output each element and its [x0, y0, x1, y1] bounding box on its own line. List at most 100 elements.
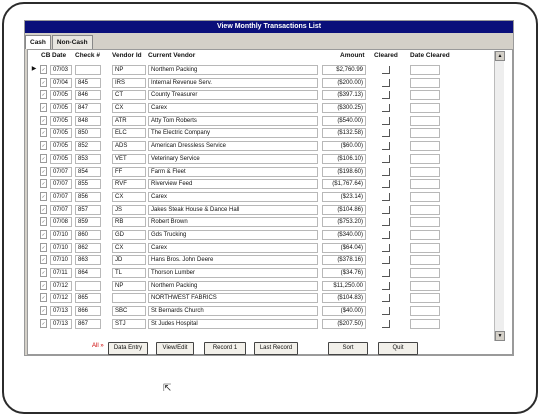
date-field[interactable]: 07/13 — [50, 318, 72, 329]
date-field[interactable]: 07/07 — [50, 166, 72, 177]
date-cleared-field[interactable] — [410, 166, 440, 177]
record-selector-icon[interactable] — [30, 217, 38, 227]
date-field[interactable]: 07/08 — [50, 217, 72, 228]
table-row[interactable]: ✓ 07/08 859 RB Robert Brown ($753.20) — [30, 216, 478, 229]
cleared-checkbox[interactable] — [382, 129, 390, 138]
date-field[interactable]: 07/05 — [50, 103, 72, 114]
cleared-checkbox[interactable] — [382, 104, 390, 113]
cleared-checkbox[interactable] — [382, 142, 390, 151]
record-selector-icon[interactable] — [30, 205, 38, 215]
table-row[interactable]: ✓ 07/05 848 ATR Atty Tom Roberts ($540.00) — [30, 115, 478, 128]
check-number-field[interactable]: 845 — [75, 77, 101, 88]
cleared-checkbox[interactable] — [382, 66, 390, 74]
amount-field[interactable]: ($64.04) — [322, 242, 366, 253]
date-cleared-field[interactable] — [410, 77, 440, 88]
vendor-field[interactable]: Jakes Steak House & Dance Hall — [148, 204, 318, 215]
cb-checkbox[interactable]: ✓ — [40, 318, 47, 328]
cb-checkbox[interactable]: ✓ — [40, 90, 47, 100]
record-selector-icon[interactable] — [30, 103, 38, 113]
record-selector-icon[interactable] — [30, 78, 38, 88]
check-number-field[interactable]: 860 — [75, 229, 101, 240]
date-cleared-field[interactable] — [410, 229, 440, 240]
table-row[interactable]: ✓ 07/04 845 IRS Internal Revenue Serv. ($200.… — [30, 77, 478, 90]
record-selector-icon[interactable] — [30, 154, 38, 164]
cleared-checkbox[interactable] — [382, 91, 390, 100]
view-edit-button[interactable]: View/Edit — [156, 342, 194, 355]
cleared-checkbox[interactable] — [382, 243, 390, 252]
table-row[interactable]: ✓ 07/10 863 JD Hans Bros. John Deere ($378.16… — [30, 254, 478, 267]
amount-field[interactable]: ($106.10) — [322, 153, 366, 164]
check-number-field[interactable]: 854 — [75, 166, 101, 177]
check-number-field[interactable]: 863 — [75, 255, 101, 266]
amount-field[interactable]: ($104.83) — [322, 293, 366, 304]
record-selector-icon[interactable] — [30, 90, 38, 100]
amount-field[interactable]: ($40.00) — [322, 306, 366, 317]
record-selector-icon[interactable] — [30, 128, 38, 138]
vendor-id-field[interactable]: JS — [112, 204, 146, 215]
check-number-field[interactable]: 857 — [75, 204, 101, 215]
cb-checkbox[interactable]: ✓ — [40, 306, 47, 316]
cleared-checkbox[interactable] — [382, 167, 390, 176]
date-field[interactable]: 07/12 — [50, 293, 72, 304]
date-field[interactable]: 07/03 — [50, 65, 72, 75]
cb-checkbox[interactable]: ✓ — [40, 103, 47, 113]
date-field[interactable]: 07/13 — [50, 306, 72, 317]
vendor-field[interactable]: County Treasurer — [148, 90, 318, 101]
vendor-field[interactable]: Hans Bros. John Deere — [148, 255, 318, 266]
tab-non-cash[interactable]: Non-Cash — [51, 35, 93, 49]
vendor-field[interactable]: Northern Packing — [148, 65, 318, 75]
cleared-checkbox[interactable] — [382, 116, 390, 125]
record-selector-icon[interactable] — [30, 243, 38, 253]
record-selector-icon[interactable] — [30, 319, 38, 329]
date-field[interactable]: 07/07 — [50, 191, 72, 202]
check-number-field[interactable]: 850 — [75, 128, 101, 139]
cleared-checkbox[interactable] — [382, 294, 390, 303]
date-field[interactable]: 07/10 — [50, 255, 72, 266]
cleared-checkbox[interactable] — [382, 256, 390, 265]
cb-checkbox[interactable]: ✓ — [40, 293, 47, 303]
vendor-id-field[interactable]: CX — [112, 103, 146, 114]
vendor-id-field[interactable] — [112, 293, 146, 304]
vendor-field[interactable]: Thorson Lumber — [148, 268, 318, 278]
date-cleared-field[interactable] — [410, 204, 440, 215]
record-selector-icon[interactable] — [30, 179, 38, 189]
record-selector-icon[interactable] — [30, 281, 38, 291]
date-cleared-field[interactable] — [410, 318, 440, 329]
vendor-id-field[interactable]: ATR — [112, 115, 146, 126]
vendor-field[interactable]: Robert Brown — [148, 217, 318, 228]
table-row[interactable]: ✓ 07/10 860 GD Gds Trucking ($340.00) — [30, 229, 478, 242]
amount-field[interactable]: ($198.60) — [322, 166, 366, 177]
table-row[interactable]: ✓ 07/12 865 NORTHWEST FABRICS ($104.83) — [30, 292, 478, 305]
date-field[interactable]: 07/12 — [50, 280, 72, 291]
vendor-field[interactable]: Farm & Fleet — [148, 166, 318, 177]
vendor-id-field[interactable]: CT — [112, 90, 146, 101]
cb-checkbox[interactable]: ✓ — [40, 141, 47, 151]
cb-checkbox[interactable]: ✓ — [40, 77, 47, 87]
vendor-field[interactable]: St Judes Hospital — [148, 318, 318, 329]
cb-checkbox[interactable]: ✓ — [40, 242, 47, 252]
amount-field[interactable]: ($397.13) — [322, 90, 366, 101]
check-number-field[interactable]: 856 — [75, 191, 101, 202]
date-field[interactable]: 07/05 — [50, 141, 72, 152]
check-number-field[interactable]: 847 — [75, 103, 101, 114]
date-cleared-field[interactable] — [410, 128, 440, 139]
check-number-field[interactable]: 859 — [75, 217, 101, 228]
cb-checkbox[interactable]: ✓ — [40, 229, 47, 239]
date-cleared-field[interactable] — [410, 90, 440, 101]
date-cleared-field[interactable] — [410, 103, 440, 114]
date-cleared-field[interactable] — [410, 179, 440, 190]
check-number-field[interactable]: 867 — [75, 318, 101, 329]
amount-field[interactable]: ($200.00) — [322, 77, 366, 88]
data-entry-button[interactable]: Data Entry — [108, 342, 148, 355]
table-row[interactable]: ✓ 07/05 850 ELC The Electric Company ($132.58… — [30, 127, 478, 140]
scroll-up-arrow-icon[interactable]: ▲ — [495, 51, 505, 61]
vendor-id-field[interactable]: NP — [112, 280, 146, 291]
date-cleared-field[interactable] — [410, 242, 440, 253]
cleared-checkbox[interactable] — [382, 230, 390, 239]
vendor-field[interactable]: Veterinary Service — [148, 153, 318, 164]
vendor-field[interactable]: Atty Tom Roberts — [148, 115, 318, 126]
amount-field[interactable]: ($60.00) — [322, 141, 366, 152]
table-row[interactable]: ✓ 07/07 855 RVF Riverview Feed ($1,767.64) — [30, 178, 478, 191]
check-number-field[interactable]: 855 — [75, 179, 101, 190]
date-cleared-field[interactable] — [410, 268, 440, 278]
